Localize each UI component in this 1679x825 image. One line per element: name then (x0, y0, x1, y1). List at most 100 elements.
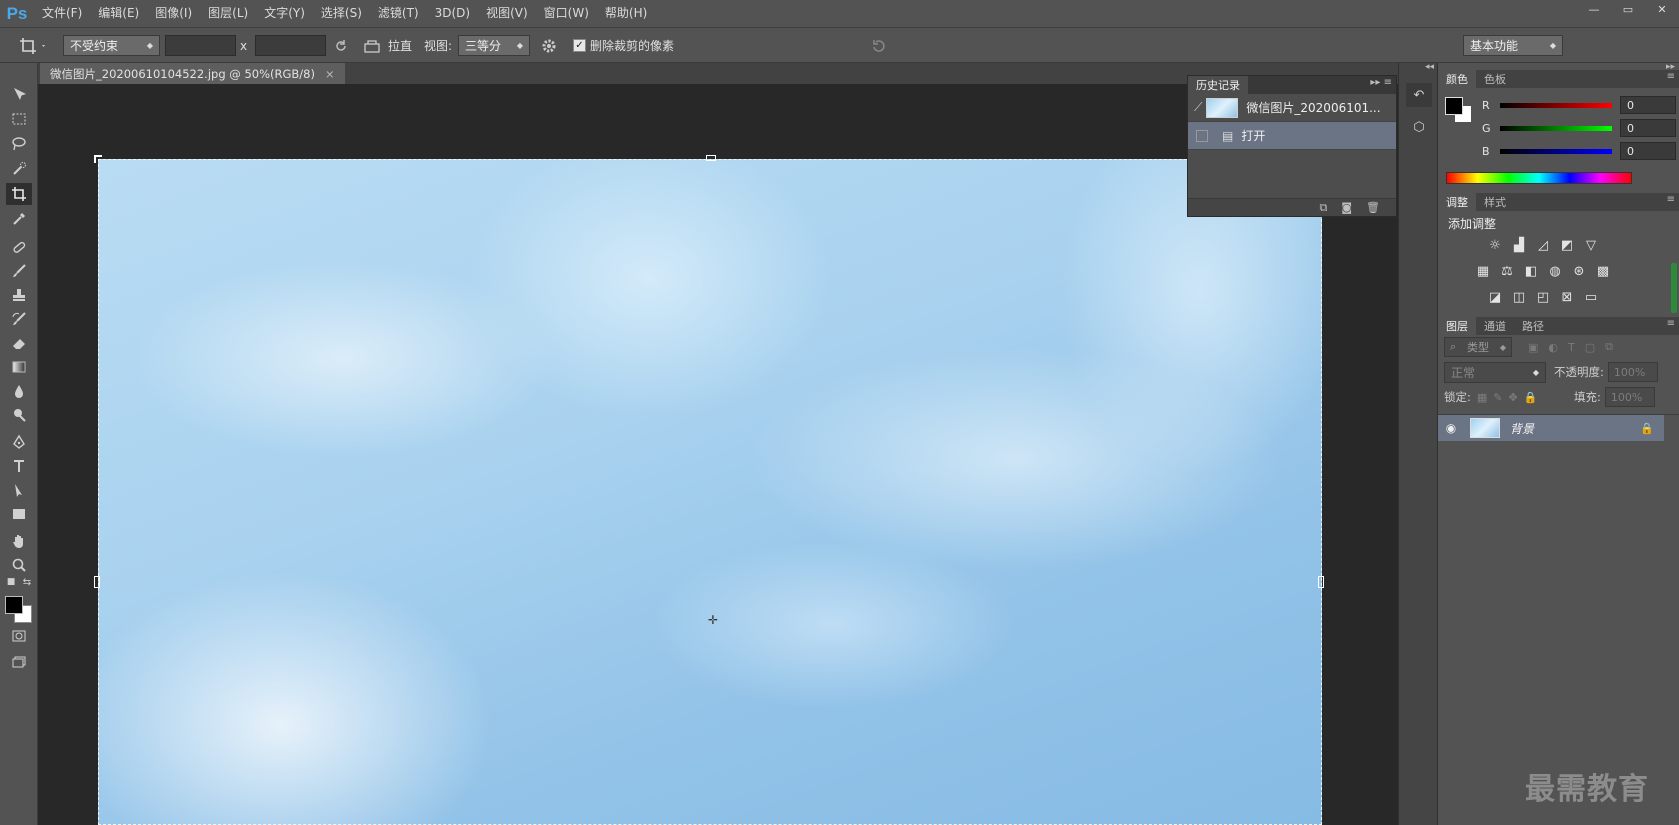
pixel-filter-icon[interactable]: ▣ (1528, 341, 1538, 354)
tab-swatches[interactable]: 色板 (1476, 70, 1514, 88)
red-track[interactable] (1500, 102, 1612, 108)
quick-mask-icon[interactable] (6, 625, 32, 647)
gradient-map-icon[interactable]: ▭ (1582, 289, 1600, 305)
brightness-icon[interactable]: ☼ (1486, 237, 1504, 253)
document-tab[interactable]: 微信图片_20200610104522.jpg @ 50%(RGB/8) × (40, 63, 345, 84)
lock-options-icons[interactable]: ▦✎✥🔒 (1477, 391, 1544, 404)
default-colors-icon[interactable]: ■ (4, 575, 18, 589)
layer-name[interactable]: 背景 (1510, 420, 1534, 437)
gradient-tool-icon[interactable] (6, 356, 32, 378)
crop-ratio-select[interactable]: 不受约束 ◆ (63, 35, 160, 56)
crop-handle-top[interactable] (706, 155, 716, 161)
new-document-from-state-icon[interactable]: ⧉ (1319, 201, 1327, 215)
menu-edit[interactable]: 编辑(E) (90, 0, 147, 27)
tab-layers[interactable]: 图层 (1438, 317, 1476, 335)
trash-icon[interactable]: 🗑 (1366, 201, 1380, 214)
blue-slider[interactable]: B 0 (1482, 142, 1676, 160)
foreground-color-swatch[interactable] (1445, 97, 1463, 115)
history-dock-icon[interactable]: ↶ (1406, 83, 1432, 107)
crop-tool-icon[interactable] (6, 183, 32, 205)
panel-menu-icon[interactable]: ≡ (1667, 71, 1675, 82)
clone-stamp-tool-icon[interactable] (6, 284, 32, 306)
workspace-select[interactable]: 基本功能 ◆ (1463, 35, 1563, 56)
blue-value-input[interactable]: 0 (1620, 142, 1676, 160)
menu-window[interactable]: 窗口(W) (536, 0, 597, 27)
marquee-tool-icon[interactable] (6, 108, 32, 130)
crop-handle-top-left[interactable] (94, 155, 102, 163)
panel-scrollbar[interactable] (1671, 263, 1677, 313)
swap-colors-icon[interactable]: ⇆ (20, 575, 34, 589)
red-slider[interactable]: R 0 (1482, 96, 1676, 114)
blue-track[interactable] (1500, 148, 1612, 154)
zoom-tool-icon[interactable] (6, 554, 32, 576)
rectangle-tool-icon[interactable] (6, 503, 32, 525)
minimize-button[interactable]: — (1577, 0, 1611, 18)
color-spectrum-ramp[interactable] (1446, 172, 1632, 184)
color-balance-icon[interactable]: ⚖ (1498, 263, 1516, 279)
menu-filter[interactable]: 滤镜(T) (370, 0, 427, 27)
history-brush-tool-icon[interactable] (6, 308, 32, 330)
crop-tool-preset-icon[interactable] (18, 35, 48, 56)
blur-tool-icon[interactable] (6, 380, 32, 402)
foreground-color-swatch[interactable] (5, 596, 23, 614)
green-value-input[interactable]: 0 (1620, 119, 1676, 137)
threshold-icon[interactable]: ◰ (1534, 289, 1552, 305)
reset-crop-icon[interactable] (870, 35, 888, 56)
layer-filter-select[interactable]: ⌕ 类型 ◆ (1444, 337, 1512, 357)
green-slider[interactable]: G 0 (1482, 119, 1676, 137)
quick-selection-tool-icon[interactable] (6, 158, 32, 180)
menu-image[interactable]: 图像(I) (147, 0, 200, 27)
brush-tool-icon[interactable] (6, 260, 32, 282)
green-track[interactable] (1500, 125, 1612, 131)
overlay-view-select[interactable]: 三等分 ◆ (458, 35, 530, 56)
menu-3d[interactable]: 3D(D) (427, 0, 478, 27)
menu-help[interactable]: 帮助(H) (597, 0, 655, 27)
photo-filter-icon[interactable]: ◍ (1546, 263, 1564, 279)
crop-handle-left[interactable] (94, 576, 100, 588)
pen-tool-icon[interactable] (6, 431, 32, 453)
crop-width-input[interactable] (165, 35, 236, 56)
layer-row[interactable]: ◉ 背景 🔒 (1438, 415, 1664, 441)
screen-mode-icon[interactable] (6, 651, 32, 673)
menu-select[interactable]: 选择(S) (313, 0, 370, 27)
eye-icon[interactable]: ◉ (1438, 421, 1464, 435)
red-value-input[interactable]: 0 (1620, 96, 1676, 114)
sky-photo[interactable] (98, 159, 1322, 825)
menu-file[interactable]: 文件(F) (34, 0, 90, 27)
type-tool-icon[interactable] (6, 455, 32, 477)
history-brush-source-icon[interactable]: ⟋ (1194, 100, 1202, 115)
eraser-tool-icon[interactable] (6, 332, 32, 354)
panel-menu-icon[interactable]: ≡ (1667, 318, 1675, 329)
shape-filter-icon[interactable]: ▢ (1585, 341, 1595, 354)
close-button[interactable]: ✕ (1645, 0, 1679, 18)
tab-adjustments[interactable]: 调整 (1438, 193, 1476, 211)
close-tab-icon[interactable]: × (325, 67, 335, 81)
panel-menu-icon[interactable]: ≡ (1667, 194, 1675, 205)
hand-tool-icon[interactable] (6, 530, 32, 552)
dodge-tool-icon[interactable] (6, 404, 32, 426)
menu-layer[interactable]: 图层(L) (200, 0, 256, 27)
path-selection-tool-icon[interactable] (6, 479, 32, 501)
crop-handle-right[interactable] (1318, 576, 1324, 588)
selective-color-icon[interactable]: ⊠ (1558, 289, 1576, 305)
adjustment-filter-icon[interactable]: ◐ (1548, 341, 1558, 354)
vibrance-icon[interactable]: ▽ (1582, 237, 1600, 253)
move-tool-icon[interactable] (6, 83, 32, 105)
menu-type[interactable]: 文字(Y) (256, 0, 313, 27)
panel-menu-icon[interactable]: ▸▸ ≡ (1370, 77, 1392, 88)
invert-icon[interactable]: ◪ (1486, 289, 1504, 305)
history-step[interactable]: ▤ 打开 (1188, 122, 1396, 150)
straighten-label[interactable]: 拉直 (388, 37, 412, 54)
lasso-tool-icon[interactable] (6, 133, 32, 155)
blend-mode-select[interactable]: 正常 ◆ (1444, 361, 1546, 383)
menu-view[interactable]: 视图(V) (478, 0, 536, 27)
levels-icon[interactable]: ▟ (1510, 237, 1528, 253)
restore-button[interactable]: ▭ (1611, 0, 1645, 18)
tab-history[interactable]: 历史记录 (1188, 76, 1248, 94)
tab-paths[interactable]: 路径 (1514, 317, 1552, 335)
tab-styles[interactable]: 样式 (1476, 193, 1514, 211)
type-filter-icon[interactable]: T (1568, 341, 1575, 354)
healing-brush-tool-icon[interactable] (6, 236, 32, 258)
delete-cropped-pixels-checkbox[interactable]: ✓ (573, 39, 586, 52)
3d-dock-icon[interactable]: ⬡ (1406, 115, 1432, 139)
